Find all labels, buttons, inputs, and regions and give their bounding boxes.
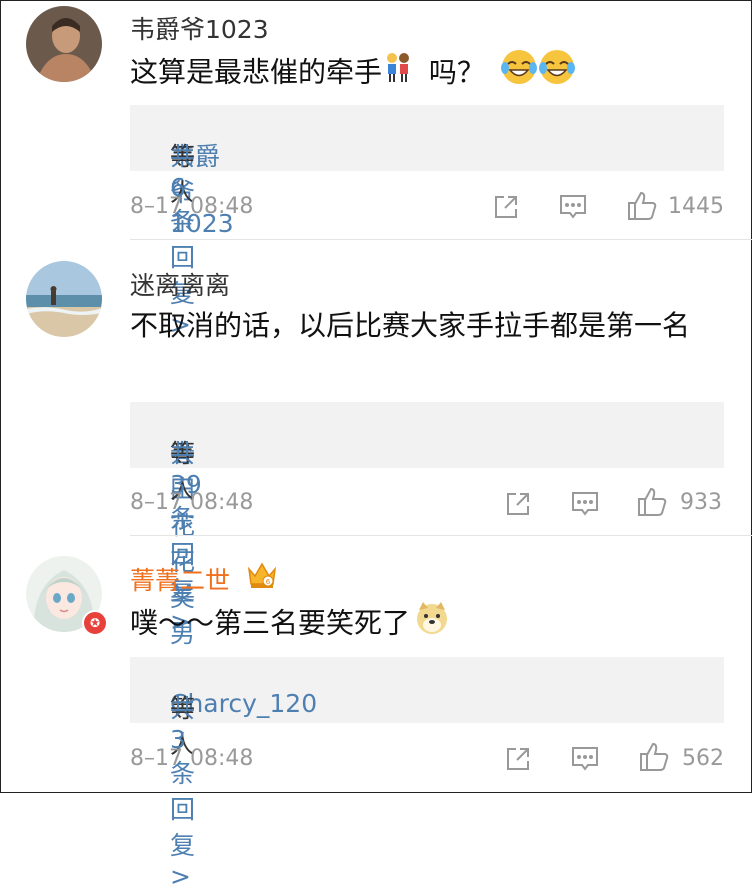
username[interactable]: 韦爵爷1023 (130, 10, 269, 46)
username[interactable]: 菁菁二世 (130, 561, 230, 597)
comment-icon[interactable] (570, 490, 600, 522)
like-count: 562 (682, 746, 724, 771)
comment-text-suffix: 吗？ (428, 55, 485, 89)
share-icon[interactable] (504, 745, 532, 777)
couple-emoji-icon (382, 51, 414, 96)
share-icon[interactable] (492, 193, 520, 225)
comment-icon[interactable] (570, 745, 600, 777)
comment-item: 迷离离离 不取消的话，以后比赛大家手拉手都是第一名 春田花花美男子等人 共39条… (0, 240, 752, 684)
avatar[interactable] (26, 6, 102, 82)
crown-badge-icon[interactable]: 6 (246, 560, 278, 594)
svg-text:6: 6 (266, 578, 271, 586)
like-icon[interactable] (636, 486, 668, 522)
share-icon[interactable] (504, 490, 532, 522)
like-count: 933 (680, 490, 722, 515)
comment-text: 不取消的话，以后比赛大家手拉手都是第一名 (130, 309, 691, 342)
avatar[interactable] (26, 261, 102, 337)
reply-count-link[interactable]: 共3条回复 > (170, 689, 195, 891)
timestamp: 8–17 08:48 (130, 490, 254, 515)
doge-emoji-icon (414, 600, 450, 649)
reply-summary-text: Charcy_120 等人 共3条回复 > (150, 673, 317, 891)
reply-summary-text: 韦爵爷1023 等人 共6条回复 > (150, 121, 234, 339)
reply-summary[interactable]: Charcy_120 等人 共3条回复 > (130, 657, 724, 891)
timestamp: 8–17 08:48 (130, 746, 254, 771)
comment-text: 噗～～第三名要笑死了 (130, 600, 720, 649)
comment-item: ✪ 菁菁二世 6 噗～～第三名要笑死了 Charcy_120 等人 共3条回复 >… (0, 536, 752, 891)
comment-text: 这算是最悲催的牵手 吗？ (130, 48, 720, 99)
comment-icon[interactable] (558, 193, 588, 225)
username[interactable]: 迷离离离 (130, 266, 230, 302)
comment-text-main: 这算是最悲催的牵手 (130, 55, 383, 89)
reply-summary-text: 春田花花美男子等人 共39条回复 > (150, 418, 202, 684)
like-count: 1445 (668, 194, 724, 219)
cry-laugh-emoji-icon (538, 48, 576, 99)
reply-summary[interactable]: 韦爵爷1023 等人 共6条回复 > (130, 105, 724, 339)
comment-item: 韦爵爷1023 这算是最悲催的牵手 吗？ 韦爵爷1023 等人 共6条回复 > 8… (0, 0, 752, 339)
like-icon[interactable] (626, 190, 658, 226)
comment-text-main: 噗～～第三名要笑死了 (130, 606, 411, 640)
timestamp: 8–17 08:48 (130, 194, 254, 219)
reply-summary[interactable]: 春田花花美男子等人 共39条回复 > (130, 402, 724, 684)
cry-laugh-emoji-icon (500, 48, 538, 99)
vip-badge-icon: ✪ (82, 610, 108, 636)
like-icon[interactable] (638, 741, 670, 777)
